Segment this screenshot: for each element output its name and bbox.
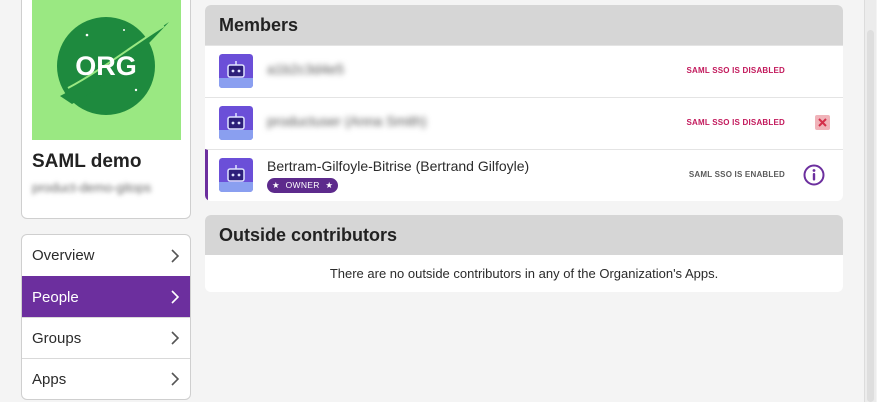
org-name: SAML demo [32, 151, 142, 172]
sso-status: SAML SSO IS DISABLED [686, 118, 785, 127]
owner-badge: ★ OWNER ★ [267, 178, 339, 193]
member-row-owner: Bertram-Gilfoyle-Bitrise (Bertrand Gilfo… [205, 149, 843, 201]
members-heading: Members [205, 5, 843, 45]
owner-badge-label: OWNER [285, 180, 320, 190]
bot-avatar-icon [219, 158, 253, 192]
member-name: Bertram-Gilfoyle-Bitrise (Bertrand Gilfo… [267, 158, 530, 174]
close-icon [818, 118, 827, 127]
remove-member-button[interactable] [815, 115, 830, 130]
member-row: productuser (Anna Smith) SAML SSO IS DIS… [205, 97, 843, 149]
org-slug: product-demo-gitops [32, 180, 152, 195]
nav-item-apps[interactable]: Apps [22, 358, 190, 399]
page-scrollbar[interactable] [864, 0, 876, 402]
org-logo-icon: ORG [57, 17, 169, 115]
outside-contributors-heading: Outside contributors [205, 215, 843, 255]
chevron-right-icon [171, 290, 180, 304]
scrollbar-thumb[interactable] [867, 30, 874, 402]
org-logo-text: ORG [75, 51, 137, 81]
nav-item-groups[interactable]: Groups [22, 317, 190, 358]
chevron-right-icon [171, 372, 180, 386]
info-icon[interactable] [803, 164, 825, 186]
nav-item-overview[interactable]: Overview [22, 235, 190, 276]
sso-status: SAML SSO IS DISABLED [686, 66, 785, 75]
nav-item-label: Overview [32, 247, 95, 264]
chevron-right-icon [171, 248, 180, 263]
org-card: ORG SAML demo product-demo-gitops [21, 0, 191, 219]
nav-item-label: Groups [32, 329, 82, 347]
sso-status: SAML SSO IS ENABLED [688, 170, 785, 179]
member-name: a1b2c3d4e5 [267, 61, 345, 77]
outside-contributors-panel: Outside contributors There are no outsid… [205, 215, 843, 292]
bot-avatar-icon [219, 54, 253, 88]
chevron-right-icon [171, 331, 180, 345]
empty-state-message: There are no outside contributors in any… [329, 266, 719, 281]
member-name: productuser (Anna Smith) [267, 113, 427, 129]
org-logo: ORG [32, 0, 181, 140]
side-nav: Overview People Groups Apps [21, 234, 191, 400]
member-row: a1b2c3d4e5 SAML SSO IS DISABLED [205, 45, 843, 97]
star-icon: ★ [272, 180, 280, 190]
nav-item-label: People [32, 288, 79, 306]
star-icon: ★ [325, 180, 334, 190]
bot-avatar-icon [219, 106, 253, 140]
nav-item-label: Apps [32, 370, 67, 388]
nav-item-people[interactable]: People [22, 276, 190, 317]
members-panel: Members a1b2c3d4e5 SAML SSO IS DISABLED … [205, 5, 843, 201]
